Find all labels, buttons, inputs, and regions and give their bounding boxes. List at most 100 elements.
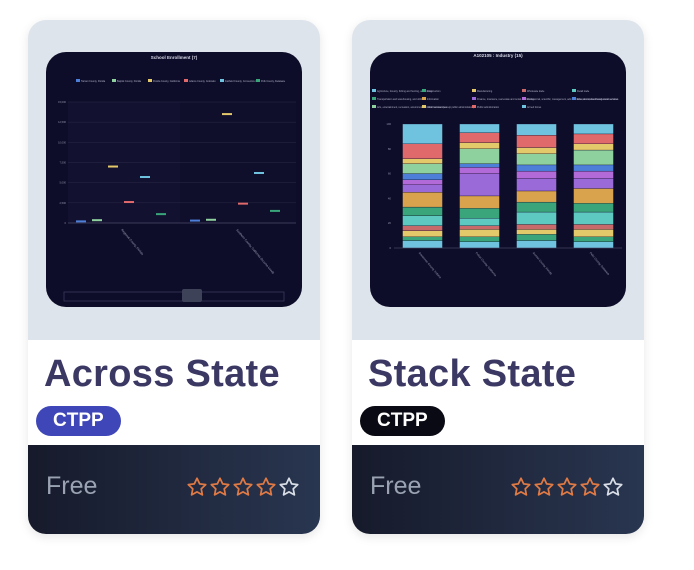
stacked-bar-segment <box>516 190 557 203</box>
legend-label: Tarrant County, Florida <box>81 80 106 83</box>
legend-label: Adams County, Colorado <box>189 80 216 83</box>
legend-label: Fairfield County, Connecticut <box>225 80 256 83</box>
stacked-bar-segment <box>459 132 500 143</box>
card-thumbnail-area: A102105 : Industry (15) Agriculture, for… <box>352 20 644 340</box>
category-badge: CTPP <box>36 406 121 436</box>
thumb-y-ticks: 0 2,500 5,000 7,500 10,000 12,500 15,000 <box>58 100 66 225</box>
stacked-bar-segment <box>402 230 443 237</box>
y-tick-label: 60 <box>388 172 392 176</box>
stacked-bar-segment <box>402 173 443 180</box>
stacked-bar-segment <box>573 203 614 213</box>
product-card-across-state[interactable]: School Enrollment (7) Tarrant County, Fl… <box>28 20 320 534</box>
star-empty-icon <box>603 477 623 496</box>
stacked-bar-segment <box>459 148 500 164</box>
legend-swatch <box>522 105 526 108</box>
stacked-bar-segment <box>516 211 557 225</box>
stacked-bar-segment <box>573 133 614 144</box>
stacked-bar-segment <box>573 188 614 204</box>
thumb-x-labels: Suwannee County, Indiana Fulton County, C… <box>418 251 611 279</box>
legend-swatch <box>372 97 376 100</box>
price-label: Free <box>370 472 422 500</box>
stacked-bar-segment <box>516 224 557 230</box>
stacked-bar-segment <box>573 229 614 237</box>
star-filled-icon <box>557 477 577 496</box>
bar-marker <box>190 219 200 222</box>
legend-label: Retail trade <box>577 90 590 93</box>
bar-marker <box>108 165 118 168</box>
legend-label: Manufacturing <box>477 90 493 93</box>
chart-thumbnail[interactable]: School Enrollment (7) Tarrant County, Fl… <box>46 52 302 307</box>
y-tick-label: 15,000 <box>58 100 66 104</box>
y-tick-label: 0 <box>389 246 391 250</box>
legend-label: Educational, health and social services <box>577 98 619 101</box>
thumb-x-label: Southern County, California (Income-Leve… <box>235 228 275 275</box>
x-tick-label: Suwannee County, Indiana <box>418 251 443 279</box>
stacked-bar-segment <box>459 142 500 149</box>
stacked-bar-segment <box>573 224 614 230</box>
stacked-bar-segment <box>459 195 500 209</box>
stacked-bar-segment <box>573 164 614 172</box>
card-title[interactable]: Across State <box>44 353 280 396</box>
stacked-bar-segment <box>459 241 500 249</box>
bar-marker <box>124 201 134 204</box>
card-thumbnail-area: School Enrollment (7) Tarrant County, Fl… <box>28 20 320 340</box>
stacked-bar-segment <box>459 229 500 237</box>
stacked-bar-segment <box>516 164 557 172</box>
stacked-bar-segment <box>459 208 500 219</box>
y-tick-label: 0 <box>65 221 67 225</box>
thumb-y-ticks: 0 20 40 60 80 100 <box>386 122 391 250</box>
stacked-bar-segment <box>516 240 557 249</box>
star-filled-icon <box>256 477 276 496</box>
x-tick-label: Fulton County, California <box>475 251 498 277</box>
y-tick-label: 80 <box>388 147 392 151</box>
stacked-bar-segment <box>402 206 443 216</box>
card-footer: Free <box>352 445 644 534</box>
stacked-bar-segment <box>402 143 443 159</box>
bar-marker <box>238 202 248 205</box>
legend-swatch <box>472 97 476 100</box>
bar-marker <box>140 176 150 179</box>
thumb-chart-title: A102105 : Industry (15) <box>473 53 523 58</box>
legend-swatch <box>422 97 426 100</box>
legend-label: Wholesale trade <box>527 90 545 93</box>
card-title[interactable]: Stack State <box>368 353 576 396</box>
legend-swatch <box>148 79 152 82</box>
legend-label: Baptist County, Florida <box>117 80 142 83</box>
stacked-bar-segment <box>573 170 614 179</box>
stacked-bar-segment <box>516 234 557 241</box>
legend-swatch <box>472 105 476 108</box>
thumb-legend: Agriculture, forestry, fishing and hunti… <box>372 89 619 109</box>
stacked-bar-segment <box>573 143 614 151</box>
thumb-legend: Tarrant County, Florida Baptist County, F… <box>76 79 286 83</box>
thumb-zoom-handle <box>182 289 202 302</box>
y-tick-label: 10,000 <box>58 140 66 144</box>
legend-swatch <box>112 79 116 82</box>
bar-marker <box>254 171 264 174</box>
legend-swatch <box>256 79 260 82</box>
stacked-bar-segment <box>459 218 500 226</box>
stacked-bar-segment <box>573 241 614 249</box>
star-filled-icon <box>511 477 531 496</box>
stacked-bar-segment <box>459 123 500 133</box>
stacked-bar-segment <box>516 178 557 192</box>
stacked-bar-segment <box>573 211 614 225</box>
x-tick-label: Palm County, Delaware <box>589 251 611 276</box>
stacked-bar-segment <box>573 178 614 189</box>
card-footer: Free <box>28 445 320 534</box>
stacked-bar-segment <box>516 170 557 179</box>
star-filled-icon <box>210 477 230 496</box>
star-filled-icon <box>233 477 253 496</box>
legend-swatch <box>522 89 526 92</box>
stacked-bar-segment <box>516 135 557 148</box>
y-tick-label: 40 <box>388 196 392 200</box>
product-card-stack-state[interactable]: A102105 : Industry (15) Agriculture, for… <box>352 20 644 534</box>
legend-swatch <box>422 89 426 92</box>
bar-marker <box>76 220 86 223</box>
chart-thumbnail[interactable]: A102105 : Industry (15) Agriculture, for… <box>370 52 626 307</box>
star-filled-icon <box>580 477 600 496</box>
y-tick-label: 100 <box>386 122 391 126</box>
legend-swatch <box>472 89 476 92</box>
stacked-bar-segment <box>459 225 500 230</box>
stacked-bar-segment <box>402 236 443 241</box>
y-tick-label: 2,500 <box>60 201 67 205</box>
